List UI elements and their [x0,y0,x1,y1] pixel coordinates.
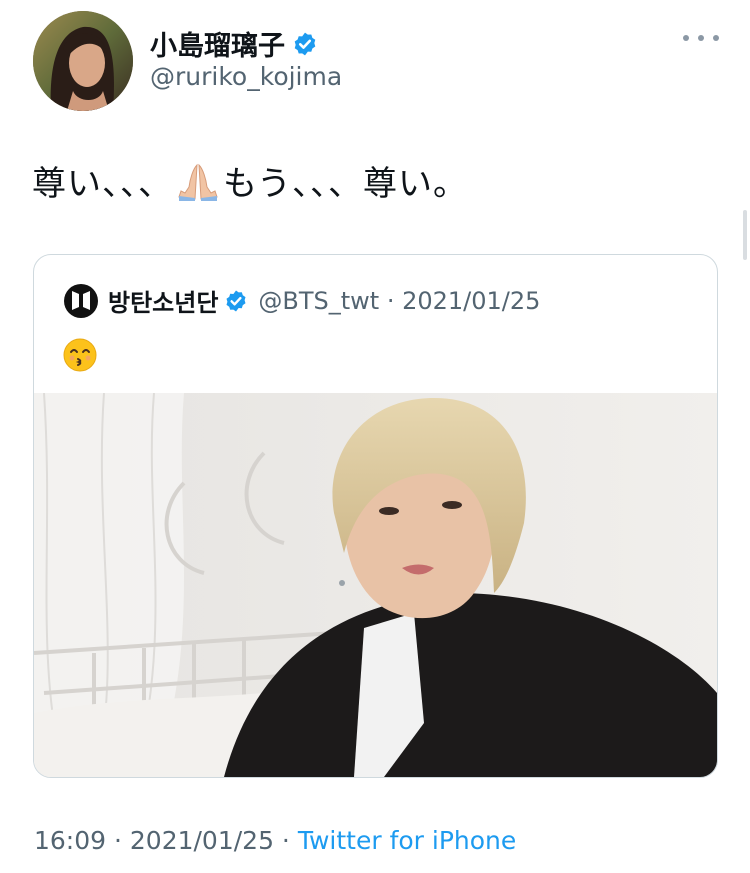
quoted-author-avatar[interactable] [64,283,98,318]
tweet-text: 尊い、、、 もう、、、尊い。 [32,156,468,205]
quoted-author-handle-date[interactable]: @BTS_twt · 2021/01/25 [258,287,540,315]
tweet-text-part1: 尊い、、、 [32,164,173,204]
more-options-icon[interactable] [683,30,719,46]
quoted-verified-badge-icon [226,290,246,311]
tweet-text-part2: もう、、、尊い。 [223,164,468,204]
bts-logo-icon [72,290,90,310]
verified-badge-icon [294,32,316,55]
author-avatar-image [33,11,133,111]
author-name-row: 小島瑠璃子 [150,24,318,63]
scrollbar[interactable] [743,210,747,260]
quoted-tweet-header: 방탄소년단 @BTS_twt · 2021/01/25 [64,283,540,318]
tweet-meta: 16:09 · 2021/01/25 · Twitter for iPhone [34,826,516,855]
folded-hands-icon [178,163,218,201]
author-display-name[interactable]: 小島瑠璃子 [150,24,285,63]
tweet-source-link[interactable]: Twitter for iPhone [298,826,516,855]
quoted-tweet-card[interactable]: 방탄소년단 @BTS_twt · 2021/01/25 [33,254,718,778]
more-dot [698,35,704,41]
quoted-tweet-photo[interactable] [34,393,717,777]
more-dot [713,35,719,41]
tweet-time-date[interactable]: 16:09 · 2021/01/25 · [34,826,298,855]
more-dot [683,35,689,41]
author-handle[interactable]: @ruriko_kojima [150,62,342,91]
author-avatar[interactable] [33,11,133,111]
quoted-author-name[interactable]: 방탄소년단 [108,283,218,318]
kissing-face-emoji-icon [63,338,97,372]
